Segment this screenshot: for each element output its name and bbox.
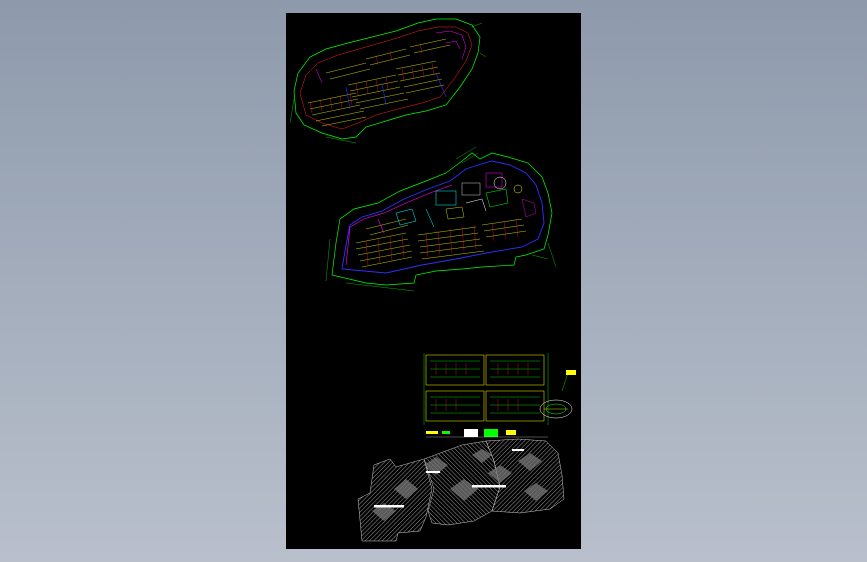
hatch-plan[interactable]	[357, 438, 565, 542]
top-plan-boundary	[293, 18, 481, 140]
top-plan-walls	[315, 30, 467, 84]
detail-plan-stalls	[435, 363, 529, 411]
top-site-plan[interactable]	[289, 18, 487, 144]
top-plan-columns	[345, 72, 447, 110]
detail-plan-label-tag	[566, 370, 576, 375]
middle-plan-core-cluster	[377, 172, 537, 234]
detail-plan-ramp	[539, 370, 576, 419]
detail-plan-legend	[426, 429, 548, 438]
middle-plan-stalls	[365, 218, 519, 266]
detail-plan[interactable]	[423, 353, 576, 438]
middle-plan-parking-rows	[355, 218, 527, 268]
drawing-sheet[interactable]	[286, 13, 581, 549]
hatch-plan-region-left	[357, 458, 433, 542]
cad-drawing-canvas[interactable]	[286, 13, 581, 549]
middle-site-plan[interactable]	[325, 146, 557, 292]
model-space-background[interactable]	[0, 0, 867, 562]
top-plan-parking-rows	[307, 38, 451, 127]
detail-plan-frames	[425, 354, 545, 422]
